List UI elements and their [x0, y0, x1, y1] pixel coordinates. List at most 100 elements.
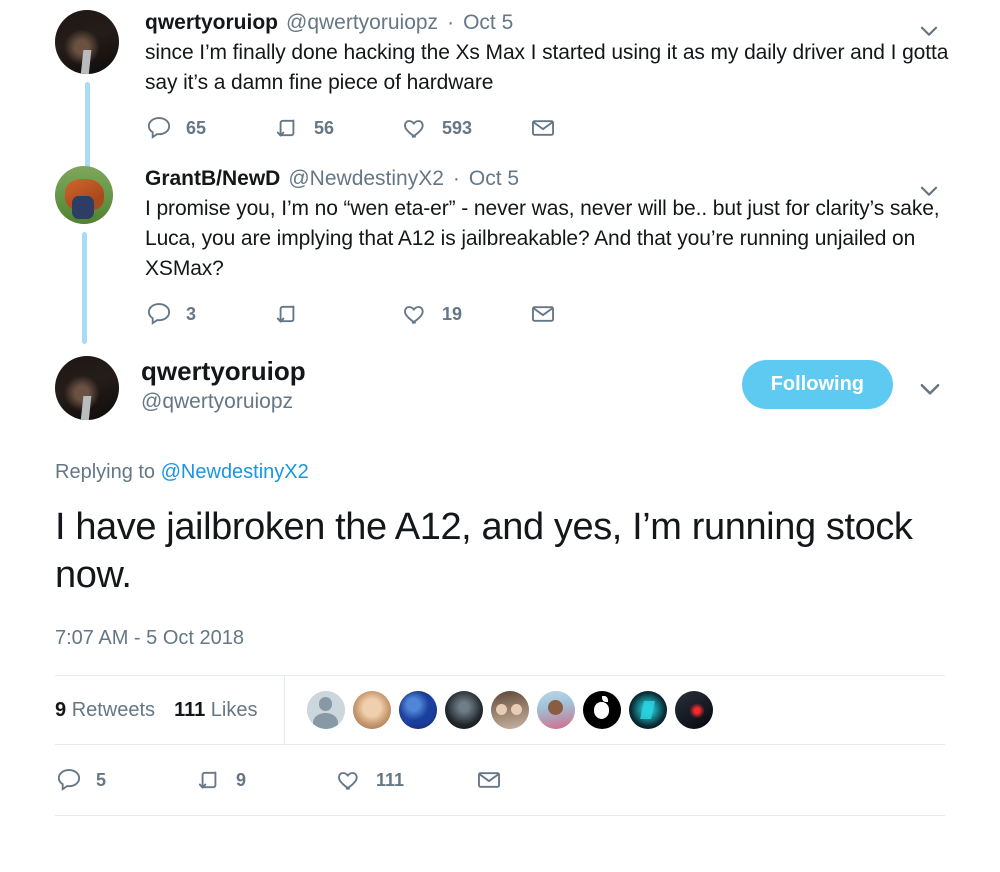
like-count: 111: [376, 769, 405, 790]
heart-icon: [404, 306, 424, 324]
like-button[interactable]: 19: [401, 300, 529, 328]
ancestor-tweet-1[interactable]: qwertyoruiop @qwertyoruiopz · Oct 5 sinc…: [0, 0, 1000, 200]
thread-connector-line: [82, 232, 87, 344]
separator-dot: ·: [452, 167, 460, 190]
facepile-avatar[interactable]: [582, 691, 621, 729]
facepile-avatar[interactable]: [306, 691, 345, 729]
focused-tweet-timestamp[interactable]: 7:07 AM - 5 Oct 2018: [55, 625, 945, 651]
envelope-icon: [532, 306, 554, 322]
like-count: 19: [442, 303, 463, 324]
avatar-column: [55, 10, 123, 200]
separator-dot: ·: [447, 11, 455, 34]
tweet-menu-button[interactable]: [916, 178, 942, 204]
dm-button[interactable]: [475, 766, 615, 794]
tweet-body: qwertyoruiop @qwertyoruiopz · Oct 5 sinc…: [123, 10, 980, 160]
reply-button[interactable]: 5: [55, 766, 195, 794]
reply-count: 3: [186, 303, 197, 324]
heart-icon: [338, 772, 358, 790]
retweet-icon: [276, 305, 295, 323]
heart-icon: [404, 120, 424, 138]
reply-icon: [57, 769, 81, 791]
tweet-text: since I’m finally done hacking the Xs Ma…: [145, 41, 949, 94]
timestamp[interactable]: Oct 5: [463, 10, 513, 36]
likes-label: Likes: [210, 698, 258, 721]
tweet-header: GrantB/NewD @NewdestinyX2 · Oct 5: [145, 166, 980, 192]
tweet-header: qwertyoruiop @qwertyoruiopz · Oct 5: [145, 10, 980, 36]
retweets-stat[interactable]: 9 Retweets: [55, 699, 155, 722]
author-handle[interactable]: @qwertyoruiopz: [286, 10, 438, 36]
retweet-button[interactable]: 9: [195, 766, 335, 794]
facepile-avatar[interactable]: [444, 691, 483, 729]
tweet-text: I promise you, I’m no “wen eta-er” - nev…: [145, 197, 940, 280]
retweet-icon: [276, 119, 295, 137]
stats-counts: 9 Retweets 111 Likes: [55, 676, 285, 744]
like-button[interactable]: 111: [335, 766, 475, 794]
focused-tweet: qwertyoruiop @qwertyoruiopz Following Re…: [0, 346, 1000, 816]
chevron-down-icon: [920, 186, 938, 196]
likes-stat[interactable]: 111 Likes: [174, 699, 257, 722]
dm-button[interactable]: [529, 300, 657, 328]
reply-count: 5: [96, 769, 107, 790]
replying-to-prefix: Replying to: [55, 461, 156, 483]
reply-count: 65: [186, 117, 207, 138]
retweet-count: 56: [314, 117, 335, 138]
envelope-icon: [532, 120, 554, 136]
envelope-icon: [478, 772, 500, 788]
author-handle[interactable]: @NewdestinyX2: [288, 166, 444, 192]
avatar[interactable]: [55, 10, 119, 74]
tweet-body: GrantB/NewD @NewdestinyX2 · Oct 5 I prom…: [123, 166, 980, 346]
like-count: 593: [442, 117, 473, 138]
tweet-menu-button[interactable]: [915, 374, 945, 409]
avatar-image: [55, 356, 119, 420]
avatar-image: [628, 691, 667, 729]
avatar-column: [55, 166, 123, 346]
facepile-avatar[interactable]: [628, 691, 667, 729]
avatar[interactable]: [55, 356, 119, 420]
focused-tweet-header: qwertyoruiop @qwertyoruiopz Following: [55, 346, 945, 420]
retweet-button[interactable]: [273, 300, 401, 328]
ancestor-tweet-2[interactable]: GrantB/NewD @NewdestinyX2 · Oct 5 I prom…: [0, 160, 1000, 346]
engagement-stats: 9 Retweets 111 Likes: [55, 675, 945, 745]
avatar-image: [55, 166, 113, 224]
focused-tweet-text: I have jailbroken the A12, and yes, I’m …: [55, 506, 913, 596]
author-name[interactable]: qwertyoruiop: [141, 356, 742, 387]
likes-count: 111: [174, 698, 206, 721]
following-button[interactable]: Following: [741, 360, 893, 409]
facepile: [285, 676, 713, 744]
facepile-avatar[interactable]: [490, 691, 529, 729]
retweets-count: 9: [55, 698, 67, 721]
avatar-image: [444, 691, 483, 729]
retweet-button[interactable]: 56: [273, 114, 401, 142]
focused-action-bar: 5 9 111: [55, 745, 945, 815]
facepile-avatar[interactable]: [352, 691, 391, 729]
avatar-image: [306, 691, 345, 729]
author-block: qwertyoruiop @qwertyoruiopz: [119, 356, 742, 416]
reply-button[interactable]: 3: [145, 300, 273, 328]
avatar-image: [536, 691, 575, 729]
reply-button[interactable]: 65: [145, 114, 273, 142]
author-handle[interactable]: @qwertyoruiopz: [141, 388, 742, 416]
timestamp[interactable]: Oct 5: [469, 166, 519, 192]
author-name[interactable]: GrantB/NewD: [145, 166, 280, 192]
tweet-menu-button[interactable]: [916, 18, 942, 44]
avatar-image: [352, 691, 391, 729]
author-name[interactable]: qwertyoruiop: [145, 10, 278, 36]
avatar-image: [674, 691, 713, 729]
replying-to-mention[interactable]: @NewdestinyX2: [161, 461, 309, 483]
retweets-label: Retweets: [71, 698, 156, 721]
facepile-avatar[interactable]: [536, 691, 575, 729]
replying-to: Replying to @NewdestinyX2: [55, 459, 945, 485]
facepile-avatar[interactable]: [674, 691, 713, 729]
like-button[interactable]: 593: [401, 114, 529, 142]
avatar-image: [398, 691, 437, 729]
retweet-count: 9: [236, 769, 247, 790]
avatar-image: [490, 691, 529, 729]
action-bar: 3 19: [145, 300, 980, 328]
chevron-down-icon: [920, 384, 940, 395]
facepile-avatar[interactable]: [398, 691, 437, 729]
reply-icon: [147, 303, 171, 325]
avatar[interactable]: [55, 166, 113, 224]
reply-icon: [147, 117, 171, 139]
avatar-image: [582, 691, 621, 729]
dm-button[interactable]: [529, 114, 657, 142]
